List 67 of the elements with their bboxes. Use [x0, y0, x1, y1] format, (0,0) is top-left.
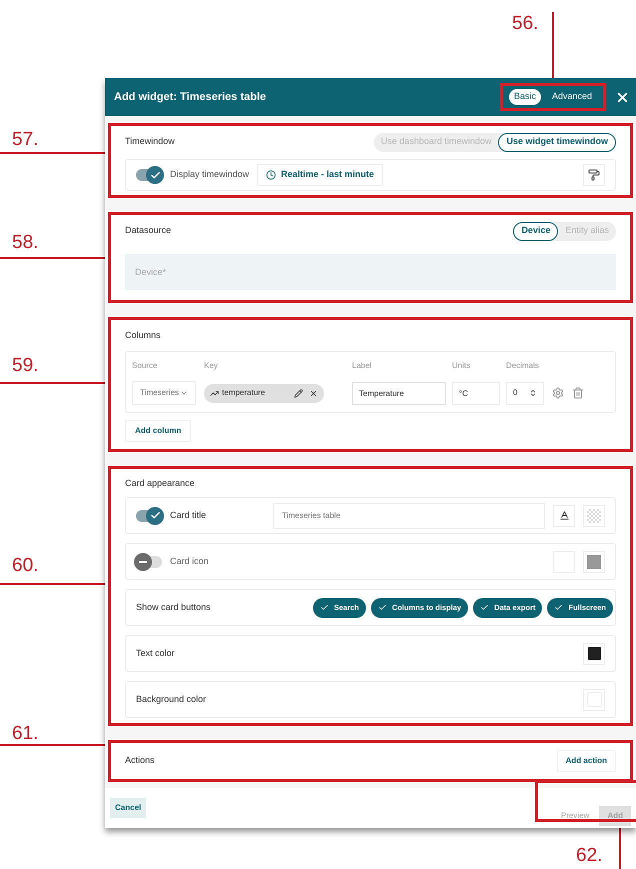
decimals-field[interactable]: 0 — [506, 382, 544, 404]
font-button[interactable] — [553, 504, 575, 526]
settings-icon[interactable] — [552, 387, 564, 399]
color-button[interactable] — [583, 550, 605, 572]
section-title: Columns — [125, 329, 161, 342]
device-field[interactable]: Device* — [125, 254, 616, 290]
check-icon — [320, 603, 329, 612]
label-field[interactable]: Temperature — [352, 382, 446, 404]
mode-tab[interactable]: Basic — [508, 89, 541, 105]
column-header: Key — [204, 360, 219, 372]
toggle-label: Display timewindow — [170, 168, 250, 182]
check-icon — [480, 603, 490, 612]
color-button[interactable] — [583, 504, 605, 526]
column-header: Units — [452, 360, 472, 372]
caret-icon — [180, 389, 188, 397]
callout-number: 56. — [512, 12, 538, 36]
section-title: Timewindow — [125, 135, 176, 148]
check-icon — [150, 510, 160, 521]
row-label: Text color — [136, 646, 176, 660]
column-header: Label — [352, 360, 373, 372]
toggle-switch[interactable] — [136, 556, 162, 568]
source-select[interactable]: Timeseries — [132, 381, 196, 405]
segment-option[interactable]: Device — [513, 222, 558, 240]
check-icon — [554, 603, 564, 612]
toggle-switch[interactable] — [136, 169, 162, 181]
add-column-button[interactable]: Add column — [125, 420, 192, 442]
timewindow-button[interactable]: Realtime - last minute — [257, 164, 384, 186]
row-label: Background color — [136, 692, 208, 706]
mode-tab[interactable]: Advanced — [546, 89, 597, 105]
key-name: temperature — [222, 387, 266, 399]
font-icon — [558, 510, 570, 521]
check-icon — [378, 603, 388, 612]
edit-icon[interactable] — [294, 388, 303, 398]
callout-number: 59. — [12, 354, 38, 378]
stepper-icon[interactable] — [529, 389, 537, 397]
check-icon — [150, 170, 160, 180]
units-field[interactable]: °C — [452, 382, 500, 404]
minus-icon — [139, 560, 147, 562]
remove-icon[interactable] — [309, 388, 318, 398]
callout-number: 61. — [12, 722, 38, 746]
dialog-title: Add widget: Timeseries table — [114, 90, 268, 105]
segment-option[interactable]: Use widget timewindow — [498, 132, 616, 152]
paint-roller-icon — [588, 169, 600, 181]
toggle-switch[interactable] — [136, 510, 162, 522]
callout-number: 62. — [576, 844, 602, 868]
section-title: Card appearance — [125, 477, 195, 490]
row-label: Show card buttons — [136, 600, 212, 614]
section-title: Actions — [125, 754, 156, 768]
add-action-button[interactable]: Add action — [556, 750, 616, 772]
clock-icon — [266, 170, 276, 180]
toggle-label: Card title — [170, 508, 208, 522]
cancel-button[interactable]: Cancel — [110, 798, 146, 818]
section-title: Datasource — [125, 224, 172, 238]
swatch-icon — [587, 554, 601, 568]
transparent-swatch-icon — [587, 508, 601, 522]
callout-number: 58. — [12, 231, 38, 255]
delete-icon[interactable] — [572, 387, 584, 399]
color-button[interactable] — [583, 642, 605, 664]
column-header: Source — [132, 360, 158, 372]
callout-number: 60. — [12, 554, 38, 578]
callout-number: 57. — [12, 128, 38, 152]
column-header: Decimals — [506, 360, 540, 372]
toggle-label: Card icon — [170, 554, 210, 568]
key-chip[interactable]: temperature — [204, 384, 324, 402]
paint-roller-button[interactable] — [583, 164, 605, 186]
trend-icon — [210, 388, 219, 398]
title-field[interactable]: Timeseries table — [273, 502, 545, 528]
